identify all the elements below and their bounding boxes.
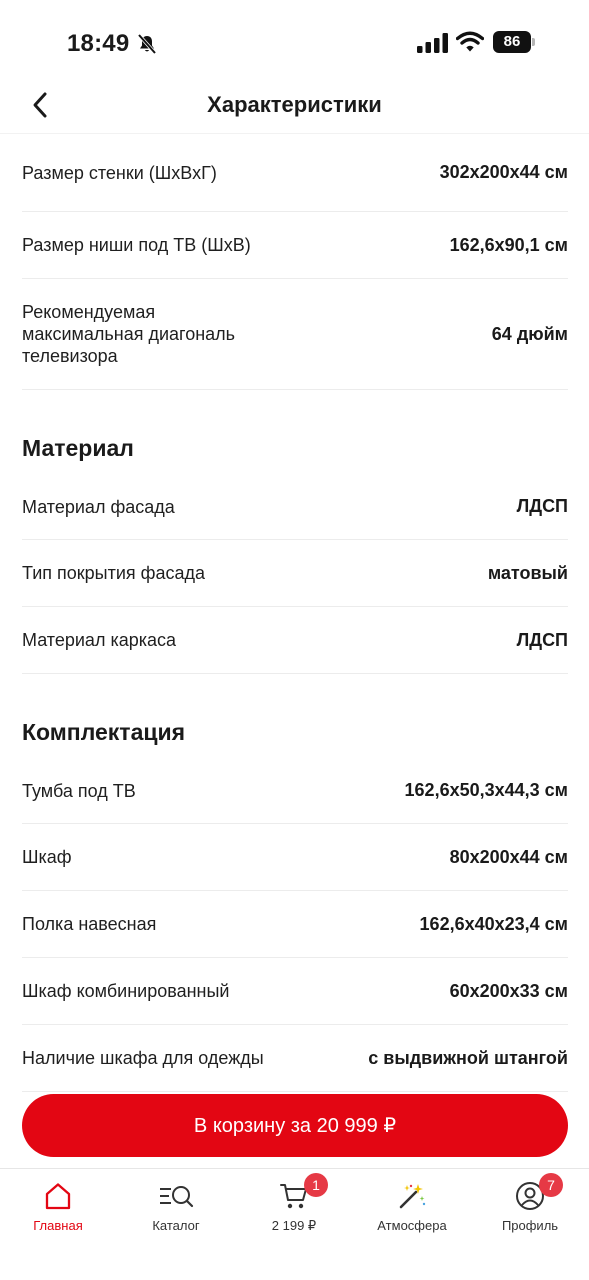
spec-label: Полка навесная	[22, 914, 157, 934]
tab-home[interactable]: Главная	[3, 1179, 113, 1239]
spec-label: Шкаф комбинированный	[22, 981, 230, 1001]
page-title: Характеристики	[207, 92, 382, 117]
spec-value: ЛДСП	[516, 629, 568, 650]
spec-value: с выдвижной штангой	[368, 1047, 568, 1068]
page-header: Характеристики	[0, 84, 589, 134]
spec-value: 64 дюйм	[491, 323, 568, 344]
spec-label: Рекомендуемая максимальная диагональ тел…	[22, 302, 236, 366]
spec-row-wardrobe: Наличие шкафа для одежды с выдвижной шта…	[22, 1025, 568, 1092]
tab-label: Атмосфера	[377, 1218, 447, 1233]
tab-label: Главная	[33, 1218, 83, 1233]
bottom-tab-bar: Главная Каталог 1 2 199 ₽ Атмосфера 7 Пр…	[0, 1168, 589, 1280]
spec-value: ЛДСП	[516, 496, 568, 516]
catalog-search-icon	[160, 1186, 194, 1208]
spec-row-wall-shelf: Полка навесная 162,6x40x23,4 см	[22, 891, 568, 958]
wifi-icon	[456, 31, 484, 52]
characteristics-list: Размер стенки (ШхВхГ) 302x200x44 см Разм…	[22, 134, 568, 1092]
spec-label: Размер ниши под ТВ (ШхВ)	[22, 235, 251, 255]
battery-tip	[532, 38, 535, 46]
cart-badge: 1	[304, 1173, 328, 1197]
spec-row-tv-diagonal: Рекомендуемая максимальная диагональ тел…	[22, 279, 568, 390]
home-icon	[45, 1183, 71, 1210]
magic-wand-icon	[399, 1184, 426, 1209]
tab-cart[interactable]: 1 2 199 ₽	[239, 1173, 349, 1239]
status-bar: 18:49 86	[0, 0, 589, 84]
status-time: 18:49	[67, 30, 130, 57]
spec-value: 162,6x40x23,4 см	[419, 913, 568, 934]
section-title: Материал	[22, 435, 134, 461]
spec-row-tv-niche: Размер ниши под ТВ (ШхВ) 162,6x90,1 см	[22, 212, 568, 279]
spec-value: 80x200x44 см	[449, 846, 568, 867]
spec-value: 162,6x50,3x44,3 см	[404, 780, 568, 800]
profile-badge: 7	[539, 1173, 563, 1197]
spec-value: 60x200x33 см	[449, 980, 568, 1001]
section-title: Комплектация	[22, 719, 186, 745]
spec-row-facade-material: Материал фасада ЛДСП	[22, 486, 568, 540]
spec-value: 162,6x90,1 см	[449, 234, 568, 255]
spec-label: Тумба под ТВ	[22, 781, 136, 801]
battery-level: 86	[493, 31, 531, 53]
spec-label: Шкаф	[22, 847, 72, 867]
spec-label: Размер стенки (ШхВхГ)	[22, 162, 217, 183]
battery-indicator: 86	[493, 31, 535, 53]
tab-catalog[interactable]: Каталог	[121, 1179, 231, 1239]
spec-label: Тип покрытия фасада	[22, 563, 205, 583]
tab-label: 2 199 ₽	[271, 1218, 317, 1233]
tab-atmosphere[interactable]: Атмосфера	[357, 1179, 467, 1239]
tab-label: Профиль	[501, 1218, 559, 1233]
add-to-cart-button[interactable]: В корзину за 20 999 ₽	[22, 1094, 568, 1157]
spec-row-cabinet: Шкаф 80x200x44 см	[22, 824, 568, 891]
section-material: Материал	[22, 390, 568, 486]
spec-label: Наличие шкафа для одежды	[22, 1048, 264, 1068]
spec-label: Материал каркаса	[22, 630, 177, 650]
spec-row-combined-cabinet: Шкаф комбинированный 60x200x33 см	[22, 958, 568, 1025]
spec-row-wall-size: Размер стенки (ШхВхГ) 302x200x44 см	[22, 134, 568, 212]
spec-row-facade-coating: Тип покрытия фасада матовый	[22, 540, 568, 607]
tab-profile[interactable]: 7 Профиль	[475, 1173, 585, 1239]
tab-label: Каталог	[152, 1218, 200, 1233]
bell-muted-icon	[137, 33, 157, 55]
cellular-signal-icon	[417, 33, 448, 53]
section-kit: Комплектация	[22, 674, 568, 770]
spec-row-frame-material: Материал каркаса ЛДСП	[22, 607, 568, 674]
spec-row-tv-stand: Тумба под ТВ 162,6x50,3x44,3 см	[22, 770, 568, 824]
spec-value: матовый	[487, 562, 568, 583]
spec-value: 302x200x44 см	[439, 162, 568, 182]
spec-label: Материал фасада	[22, 497, 175, 517]
